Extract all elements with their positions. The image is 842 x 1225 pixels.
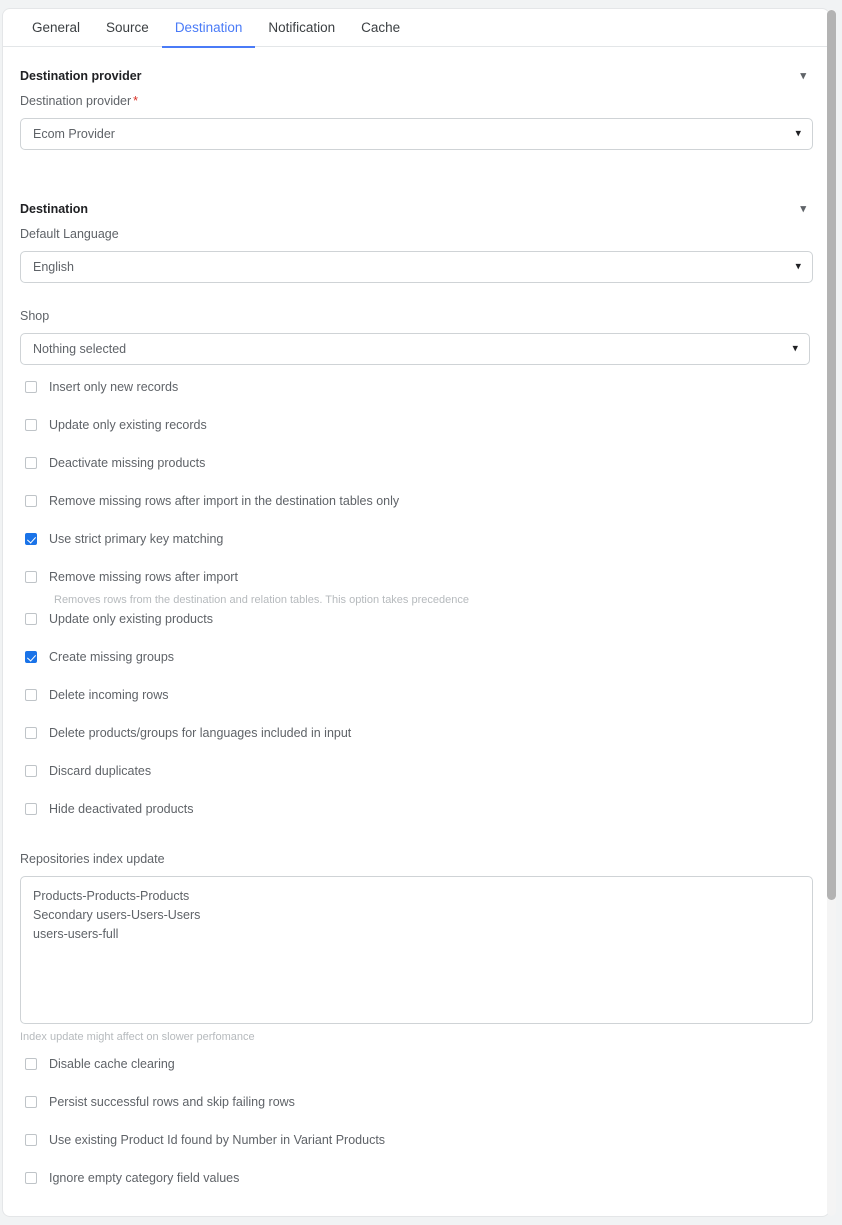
label-destination-provider-text: Destination provider <box>20 94 132 108</box>
checkbox-option-label: Hide deactivated products <box>49 802 194 816</box>
checkbox-checked-icon[interactable] <box>25 651 37 663</box>
select-destination-provider-value: Ecom Provider <box>33 127 115 141</box>
chevron-down-icon: ▾ <box>795 127 801 140</box>
checkbox-option-label: Remove missing rows after import in the … <box>49 494 400 508</box>
checkbox-option-label: Use existing Product Id found by Number … <box>49 1133 386 1147</box>
tab-general-label: General <box>32 20 81 35</box>
checkbox-option-label: Delete products/groups for languages inc… <box>49 726 352 740</box>
select-destination-provider[interactable]: Ecom Provider ▾ <box>20 118 813 150</box>
checkbox-unchecked-icon[interactable] <box>25 803 37 815</box>
label-default-language: Default Language <box>20 227 119 241</box>
checkbox-option-label: Update only existing products <box>49 612 213 626</box>
checkbox-option-label: Update only existing records <box>49 418 207 432</box>
tab-destination-label: Destination <box>174 20 243 35</box>
settings-body: Destination provider ▾ Destination provi… <box>3 47 829 1204</box>
chevron-down-icon: ▾ <box>795 260 801 273</box>
checkbox-option-row[interactable]: Update only existing records <box>20 413 812 451</box>
chevron-down-icon[interactable]: ▾ <box>800 70 806 82</box>
checkbox-unchecked-icon[interactable] <box>25 1134 37 1146</box>
checkbox-option-label: Discard duplicates <box>49 764 152 778</box>
checkbox-option-row[interactable]: Hide deactivated products <box>20 797 812 835</box>
checkbox-unchecked-icon[interactable] <box>25 613 37 625</box>
checkbox-option-row[interactable]: Ignore empty category field values <box>20 1166 812 1204</box>
label-shop: Shop <box>20 309 50 323</box>
settings-page: General Source Destination Notification … <box>0 0 842 1225</box>
checkbox-group-upper: Insert only new records Update only exist… <box>20 375 812 835</box>
checkbox-unchecked-icon[interactable] <box>25 381 37 393</box>
checkbox-unchecked-icon[interactable] <box>25 1096 37 1108</box>
checkbox-option-row[interactable]: Use strict primary key matching <box>20 527 812 565</box>
checkbox-option-label: Ignore empty category field values <box>49 1171 240 1185</box>
vertical-scrollbar-thumb[interactable] <box>827 10 836 900</box>
label-repositories-index-update: Repositories index update <box>20 852 165 866</box>
tab-notification-label: Notification <box>268 20 336 35</box>
section-title-destination: Destination <box>20 202 89 216</box>
chevron-down-icon: ▾ <box>792 342 798 355</box>
checkbox-option-label: Disable cache clearing <box>49 1057 175 1071</box>
tab-source-label: Source <box>106 20 149 35</box>
checkbox-option-label: Deactivate missing products <box>49 456 206 470</box>
tab-source[interactable]: Source <box>93 9 162 47</box>
select-default-language-value: English <box>33 260 74 274</box>
field-spacer <box>20 283 812 299</box>
checkbox-option-row[interactable]: Remove missing rows after import in the … <box>20 489 812 527</box>
section-title-destination-provider: Destination provider <box>20 69 142 83</box>
checkbox-unchecked-icon[interactable] <box>25 727 37 739</box>
checkbox-option-row[interactable]: Persist successful rows and skip failing… <box>20 1090 812 1128</box>
checkbox-option-row[interactable]: Use existing Product Id found by Number … <box>20 1128 812 1166</box>
checkbox-unchecked-icon[interactable] <box>25 765 37 777</box>
checkbox-group-lower: Disable cache clearing Persist successful… <box>20 1052 812 1204</box>
checkbox-unchecked-icon[interactable] <box>25 1172 37 1184</box>
select-shop-value: Nothing selected <box>33 342 127 356</box>
checkbox-option-row[interactable]: Delete products/groups for languages inc… <box>20 721 812 759</box>
checkbox-option-row[interactable]: Deactivate missing products <box>20 451 812 489</box>
settings-card: General Source Destination Notification … <box>2 8 830 1217</box>
select-default-language[interactable]: English ▾ <box>20 251 813 283</box>
checkbox-unchecked-icon[interactable] <box>25 495 37 507</box>
checkbox-option-label: Persist successful rows and skip failing… <box>49 1095 295 1109</box>
section-header-destination-provider[interactable]: Destination provider ▾ <box>20 47 812 84</box>
label-destination-provider: Destination provider * <box>20 93 812 109</box>
tab-notification[interactable]: Notification <box>255 9 348 47</box>
checkbox-unchecked-icon[interactable] <box>25 571 37 583</box>
required-asterisk: * <box>133 94 139 108</box>
checkbox-checked-icon[interactable] <box>25 533 37 545</box>
checkbox-option-row[interactable]: Create missing groups <box>20 645 812 683</box>
checkbox-option-label: Insert only new records <box>49 380 179 394</box>
checkbox-group-spacer-lower <box>20 1044 812 1052</box>
checkbox-option-row[interactable]: Insert only new records <box>20 375 812 413</box>
checkbox-unchecked-icon[interactable] <box>25 689 37 701</box>
tab-bar: General Source Destination Notification … <box>3 9 829 48</box>
checkbox-option-label: Remove missing rows after import <box>49 570 238 584</box>
section-header-destination[interactable]: Destination ▾ <box>20 180 812 217</box>
tab-cache[interactable]: Cache <box>348 9 413 47</box>
checkbox-option-hint: Removes rows from the destination and re… <box>54 594 469 606</box>
checkbox-option-label: Create missing groups <box>49 650 175 664</box>
tab-cache-label: Cache <box>361 20 401 35</box>
checkbox-option-label: Delete incoming rows <box>49 688 169 702</box>
checkbox-option-row[interactable]: Update only existing products <box>20 607 812 645</box>
tab-destination[interactable]: Destination <box>161 9 256 48</box>
checkbox-option-label: Use strict primary key matching <box>49 532 224 546</box>
select-shop[interactable]: Nothing selected ▾ <box>20 333 810 365</box>
checkbox-option-row[interactable]: Delete incoming rows <box>20 683 812 721</box>
checkbox-option-row[interactable]: Disable cache clearing <box>20 1052 812 1090</box>
hint-repositories-index-update: Index update might affect on slower perf… <box>20 1031 255 1043</box>
checkbox-unchecked-icon[interactable] <box>25 457 37 469</box>
checkbox-unchecked-icon[interactable] <box>25 419 37 431</box>
tab-general[interactable]: General <box>19 9 93 47</box>
checkbox-option-row[interactable]: Discard duplicates <box>20 759 812 797</box>
checkbox-group-spacer <box>20 365 812 375</box>
repositories-index-update-textarea[interactable]: Products-Products-Products Secondary use… <box>20 876 813 1024</box>
checkbox-unchecked-icon[interactable] <box>25 1058 37 1070</box>
chevron-down-icon[interactable]: ▾ <box>800 203 806 215</box>
